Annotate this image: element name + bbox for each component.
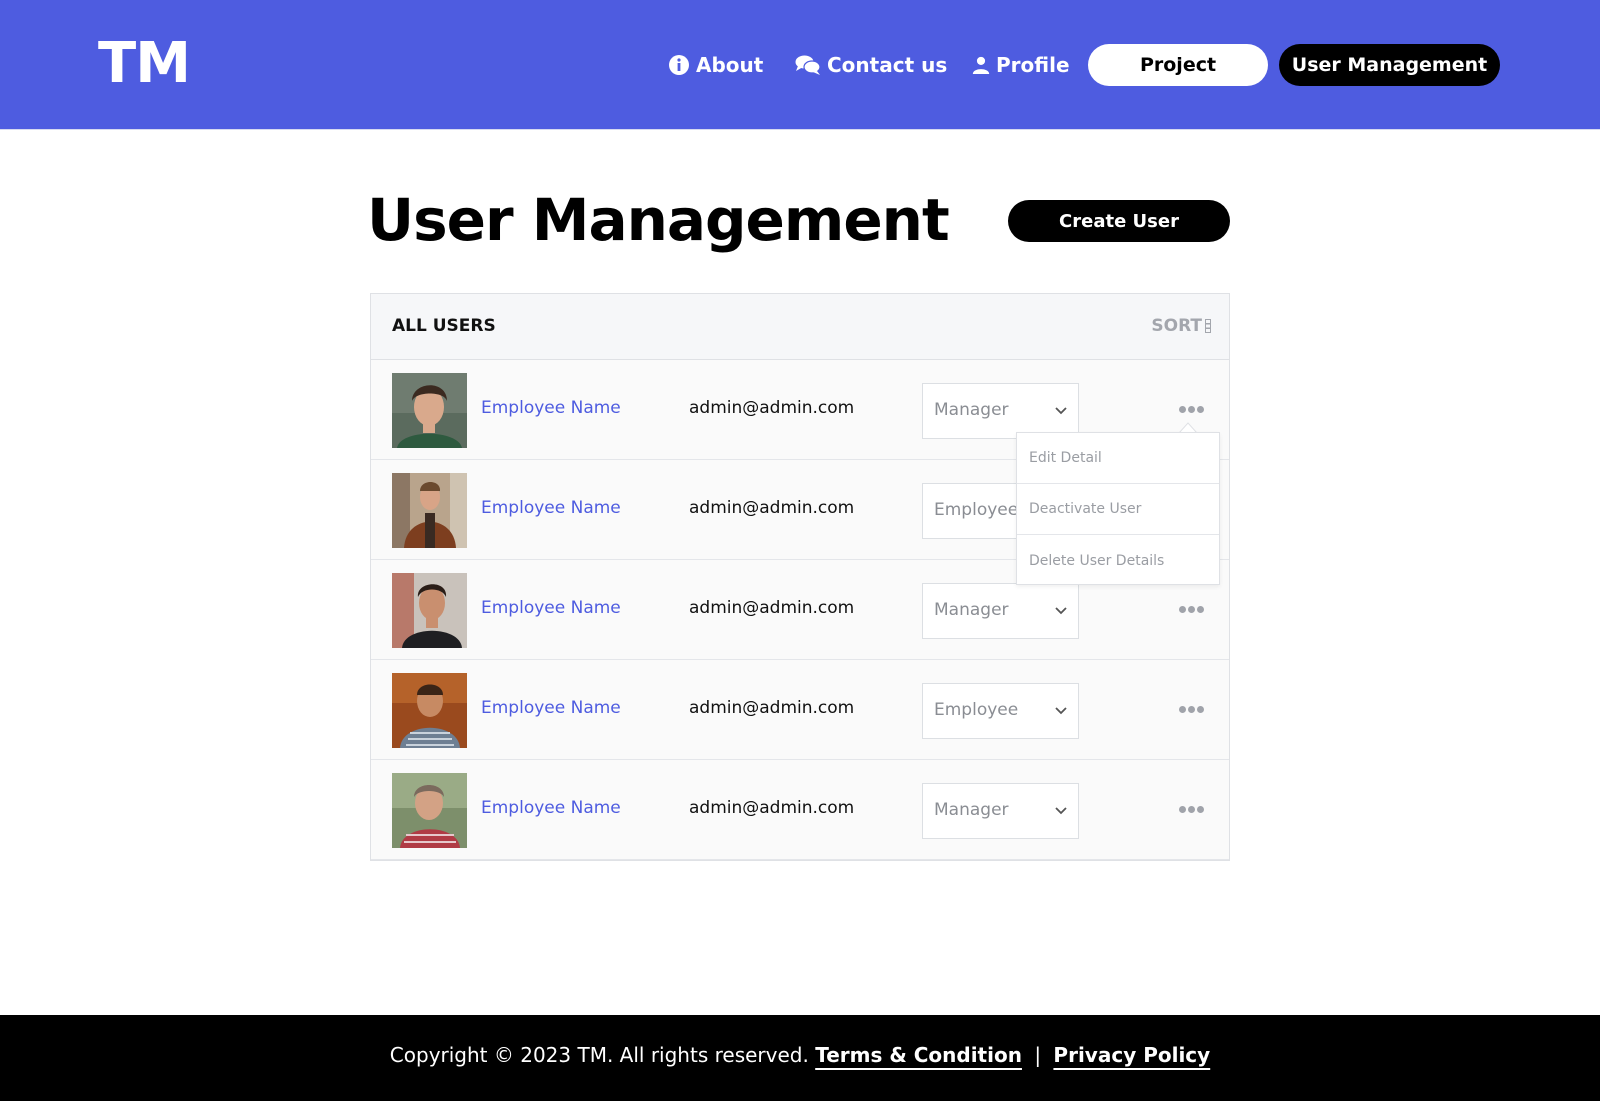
employee-email: admin@admin.com [689, 598, 855, 618]
avatar [392, 473, 467, 548]
avatar [392, 373, 467, 448]
employee-email: admin@admin.com [689, 698, 855, 718]
sort-label: SORT [1151, 316, 1202, 336]
role-select[interactable]: Employee [922, 683, 1079, 739]
role-select[interactable]: Manager [922, 383, 1079, 439]
more-icon [1179, 806, 1186, 813]
info-icon [669, 55, 689, 75]
top-navbar: TM About Contact us Profile Project User… [0, 0, 1600, 130]
user-management-button[interactable]: User Management [1279, 44, 1500, 86]
menu-item-delete-user-details[interactable]: Delete User Details [1017, 535, 1219, 586]
employee-name-link[interactable]: Employee Name [481, 798, 621, 818]
role-value: Employee [934, 500, 1019, 520]
avatar [392, 573, 467, 648]
privacy-link[interactable]: Privacy Policy [1053, 1043, 1210, 1067]
employee-email: admin@admin.com [689, 398, 855, 418]
table-row: Employee Name admin@admin.com Manager [371, 760, 1229, 860]
menu-item-edit-detail[interactable]: Edit Detail [1017, 433, 1219, 484]
employee-name-link[interactable]: Employee Name [481, 498, 621, 518]
row-actions-menu-button[interactable] [1177, 404, 1207, 416]
employee-email: admin@admin.com [689, 798, 855, 818]
footer-separator: | [1034, 1043, 1042, 1067]
nav-about-label: About [696, 53, 764, 77]
chevron-down-icon [1055, 407, 1067, 415]
copyright-text: Copyright © 2023 TM. All rights reserved… [389, 1043, 809, 1067]
logo[interactable]: TM [98, 34, 191, 94]
row-actions-menu-button[interactable] [1177, 604, 1207, 616]
table-header: ALL USERS SORT [371, 294, 1229, 360]
employee-name-link[interactable]: Employee Name [481, 398, 621, 418]
employee-email: admin@admin.com [689, 498, 855, 518]
nav-about[interactable]: About [668, 44, 763, 86]
role-value: Manager [934, 800, 1009, 820]
sort-icon [1205, 319, 1211, 333]
user-icon [972, 56, 990, 74]
employee-name-link[interactable]: Employee Name [481, 698, 621, 718]
terms-link[interactable]: Terms & Condition [815, 1043, 1022, 1067]
role-value: Manager [934, 600, 1009, 620]
row-actions-menu-button[interactable] [1177, 704, 1207, 716]
nav-contact-label: Contact us [827, 53, 948, 77]
role-select[interactable]: Manager [922, 583, 1079, 639]
sort-button[interactable]: SORT [1151, 316, 1211, 336]
nav-contact[interactable]: Contact us [795, 44, 947, 86]
avatar [392, 673, 467, 748]
avatar [392, 773, 467, 848]
nav-profile[interactable]: Profile [972, 44, 1070, 86]
more-icon [1179, 706, 1186, 713]
employee-name-link[interactable]: Employee Name [481, 598, 621, 618]
chevron-down-icon [1055, 707, 1067, 715]
create-user-button[interactable]: Create User [1008, 200, 1230, 242]
page-title: User Management [367, 186, 950, 254]
more-icon [1179, 606, 1186, 613]
menu-item-deactivate-user[interactable]: Deactivate User [1017, 484, 1219, 535]
footer: Copyright © 2023 TM. All rights reserved… [0, 1015, 1600, 1101]
role-value: Employee [934, 700, 1019, 720]
project-button[interactable]: Project [1088, 44, 1268, 86]
chat-bubbles-icon [795, 55, 821, 75]
row-actions-menu-button[interactable] [1177, 804, 1207, 816]
table-row: Employee Name admin@admin.com Employee [371, 660, 1229, 760]
chevron-down-icon [1055, 807, 1067, 815]
role-value: Manager [934, 400, 1009, 420]
more-icon [1179, 406, 1186, 413]
nav-profile-label: Profile [996, 53, 1070, 77]
row-actions-dropdown: Edit Detail Deactivate User Delete User … [1016, 432, 1220, 585]
role-select[interactable]: Manager [922, 783, 1079, 839]
all-users-heading: ALL USERS [392, 316, 496, 336]
chevron-down-icon [1055, 607, 1067, 615]
